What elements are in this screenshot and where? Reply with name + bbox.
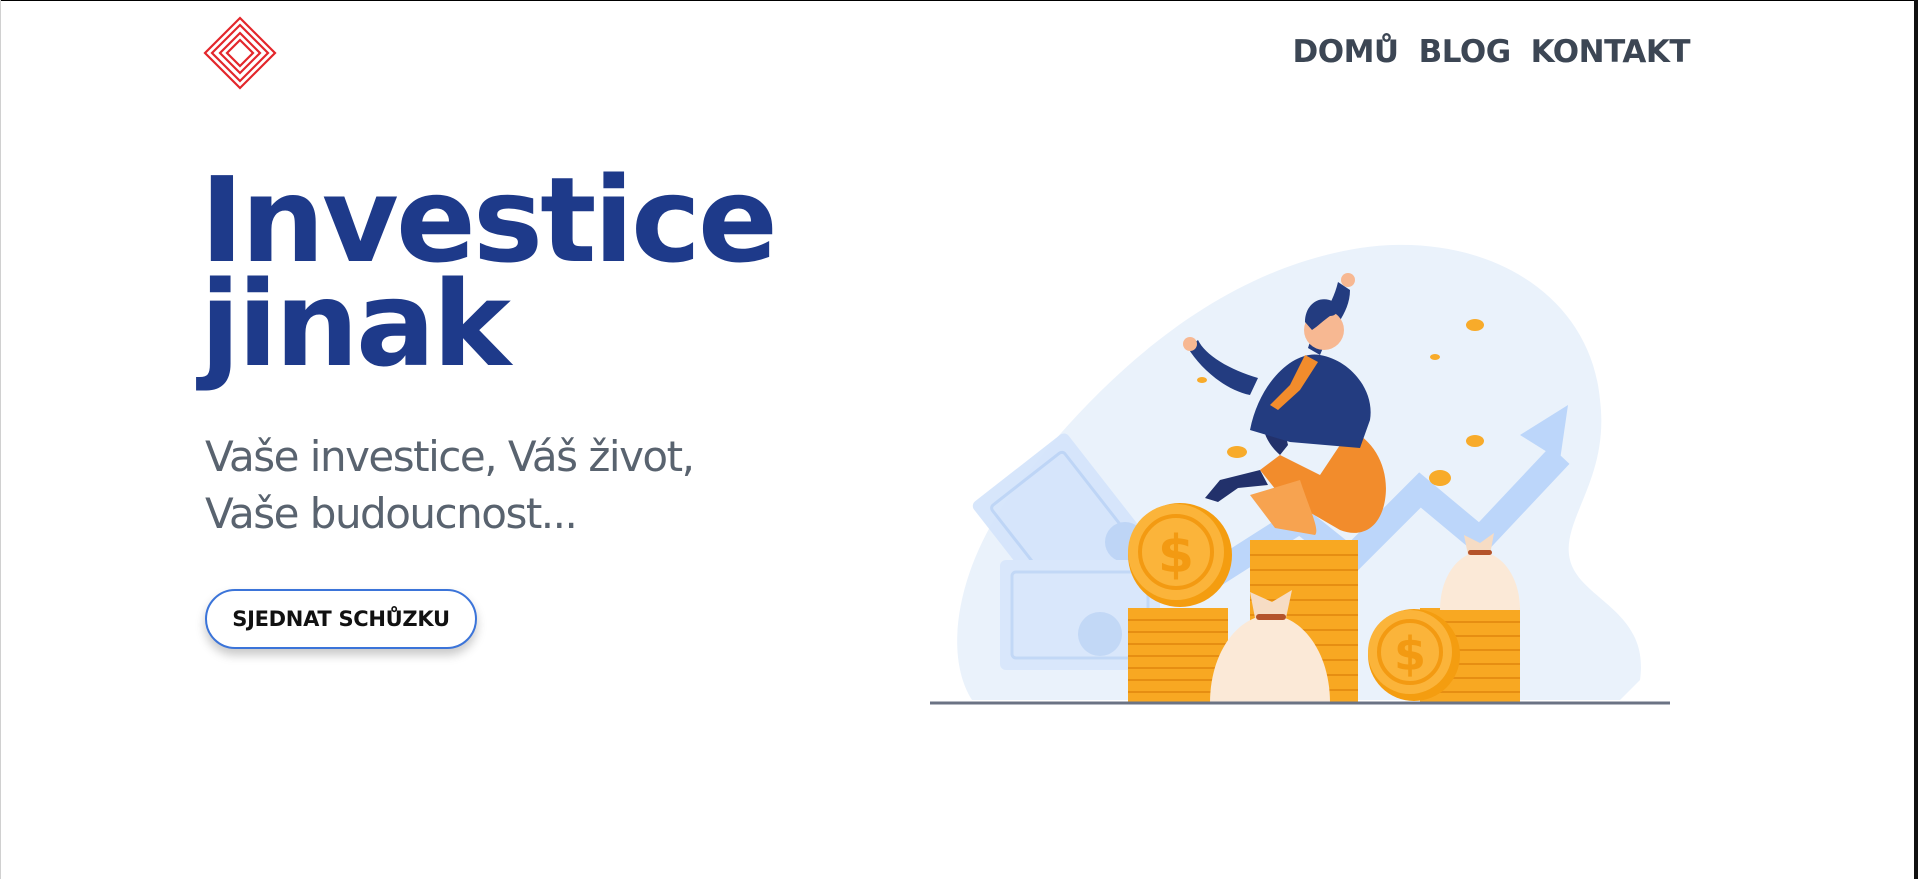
main-nav: DOMŮ BLOG KONTAKT [1292, 34, 1690, 70]
investment-illustration: $ $ [930, 244, 1670, 705]
svg-text:$: $ [1394, 627, 1426, 681]
nav-link-blog[interactable]: BLOG [1419, 34, 1512, 70]
hero-subtitle: Vaše investice, Váš život, Vaše budoucno… [205, 428, 695, 542]
schedule-meeting-button[interactable]: SJEDNAT SCHŮZKU [205, 589, 477, 649]
svg-text:$: $ [1158, 525, 1194, 585]
hero-subtitle-line-2: Vaše budoucnost... [205, 489, 578, 538]
hero-illustration: $ $ [920, 230, 1680, 710]
dollar-coin-icon: $ [1128, 503, 1232, 607]
logo-icon[interactable] [203, 16, 277, 90]
hero-title: Investice jinak [200, 161, 778, 383]
hero-subtitle-line-1: Vaše investice, Váš život, [205, 432, 695, 481]
dollar-coin-icon: $ [1368, 609, 1460, 701]
nav-link-contact[interactable]: KONTAKT [1531, 34, 1691, 70]
window-border-right [1914, 0, 1918, 879]
window-border-top [0, 0, 1918, 1]
nav-link-home[interactable]: DOMŮ [1292, 34, 1399, 70]
window-border-left [0, 0, 1, 879]
